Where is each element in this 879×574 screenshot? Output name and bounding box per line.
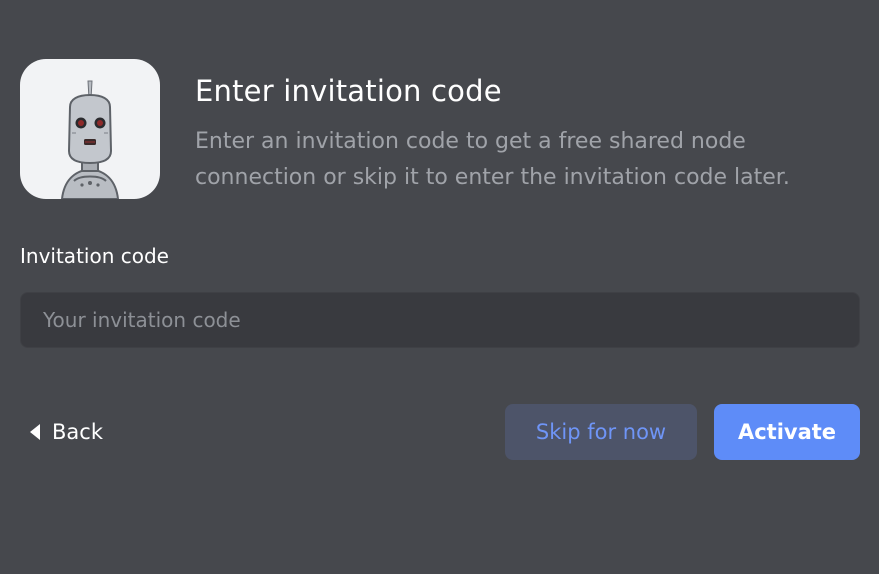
- invitation-code-field: [20, 292, 860, 348]
- back-button[interactable]: Back: [30, 414, 103, 450]
- robot-avatar: [20, 59, 160, 199]
- invitation-code-input[interactable]: [21, 293, 859, 347]
- invitation-dialog: Enter invitation code Enter an invitatio…: [0, 0, 879, 574]
- skip-for-now-button[interactable]: Skip for now: [505, 404, 697, 460]
- back-label: Back: [52, 420, 103, 444]
- caret-left-icon: [30, 424, 40, 440]
- activate-button[interactable]: Activate: [714, 404, 860, 460]
- page-title: Enter invitation code: [195, 74, 502, 108]
- robot-mascot-icon: [60, 80, 120, 199]
- page-description: Enter an invitation code to get a free s…: [195, 129, 790, 190]
- invitation-code-label: Invitation code: [20, 244, 169, 268]
